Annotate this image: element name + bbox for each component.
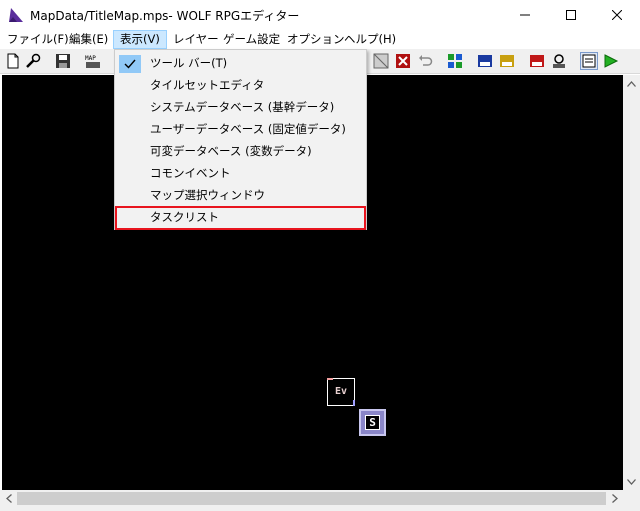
menu-edit[interactable]: 編集(E) [63,30,114,49]
view-menu-item-variable-db[interactable]: 可変データベース (変数データ) [117,140,364,162]
view-menu-item-label: ユーザーデータベース (固定値データ) [150,122,346,136]
view-menu-item-tileset-editor[interactable]: タイルセットエディタ [117,74,364,96]
event-corner-mark [353,400,355,406]
view-menu-item-map-select[interactable]: マップ選択ウィンドウ [117,184,364,206]
menu-help[interactable]: ヘルプ(H) [338,30,402,49]
task-list-highlight-box [115,206,366,230]
menu-layer[interactable]: レイヤー [167,30,225,49]
scroll-up-button[interactable] [623,75,640,92]
size-grip [623,490,640,507]
view-menu-item-user-db[interactable]: ユーザーデータベース (固定値データ) [117,118,364,140]
start-marker-inner: S [365,415,380,430]
view-menu-item-label: システムデータベース (基幹データ) [150,100,335,114]
maximize-button[interactable] [548,0,594,30]
view-menu-dropdown: ツール バー(T) タイルセットエディタ システムデータベース (基幹データ) … [114,49,367,230]
event-marker[interactable]: Ev [327,378,355,406]
start-position-marker[interactable]: S [359,409,386,436]
chevron-left-icon [5,494,12,503]
window-bottom-edge [0,507,640,511]
title-bar: MapData/TitleMap.mps- WOLF RPGエディター [0,0,640,30]
common-event-icon[interactable] [550,52,568,70]
view-menu-item-common-event[interactable]: コモンイベント [117,162,364,184]
wrench-icon[interactable] [24,52,42,70]
event-corner-mark [327,378,333,380]
minimize-button[interactable] [502,0,548,30]
view-menu-item-system-db[interactable]: システムデータベース (基幹データ) [117,96,364,118]
close-icon [612,10,622,20]
user-db-icon[interactable] [498,52,516,70]
close-button[interactable] [594,0,640,30]
scroll-down-button[interactable] [623,473,640,490]
chevron-down-icon [627,478,636,485]
start-label: S [369,416,376,429]
vertical-scrollbar[interactable] [623,75,640,490]
horizontal-scroll-thumb[interactable] [17,492,606,505]
system-db-icon[interactable] [528,52,546,70]
svg-text:MAP: MAP [85,55,96,62]
chevron-up-icon [627,80,636,87]
horizontal-scrollbar[interactable] [0,490,623,507]
menu-bar: ファイル(F) 編集(E) 表示(V) レイヤー ゲーム設定 オプション ヘルプ… [0,30,640,49]
view-menu-item-label: コモンイベント [150,166,231,180]
event-label: Ev [334,386,348,397]
undo-icon[interactable] [416,52,434,70]
save-icon[interactable] [54,52,72,70]
scroll-left-button[interactable] [0,490,17,507]
map-icon[interactable]: MAP [84,52,102,70]
tileset-icon[interactable] [372,52,390,70]
view-menu-item-label: 可変データベース (変数データ) [150,144,312,158]
new-file-icon[interactable] [4,52,22,70]
minimize-icon [520,14,530,16]
check-icon [119,55,141,73]
database-icon[interactable] [476,52,494,70]
map-select-icon[interactable] [580,52,598,70]
view-menu-item-toolbar[interactable]: ツール バー(T) [117,52,364,74]
view-menu-item-label: タイルセットエディタ [150,78,265,92]
chevron-right-icon [611,494,618,503]
view-menu-item-label: ツール バー(T) [150,56,228,70]
menu-view[interactable]: 表示(V) [113,30,167,49]
test-play-icon[interactable] [602,52,620,70]
event-layer-icon[interactable] [446,52,464,70]
wolf-app-icon [8,7,24,23]
window-title: MapData/TitleMap.mps- WOLF RPGエディター [30,9,300,23]
scroll-right-button[interactable] [606,490,623,507]
view-menu-item-label: マップ選択ウィンドウ [150,188,265,202]
menu-game-settings[interactable]: ゲーム設定 [217,30,286,49]
delete-icon[interactable] [394,52,412,70]
maximize-icon [566,10,576,20]
